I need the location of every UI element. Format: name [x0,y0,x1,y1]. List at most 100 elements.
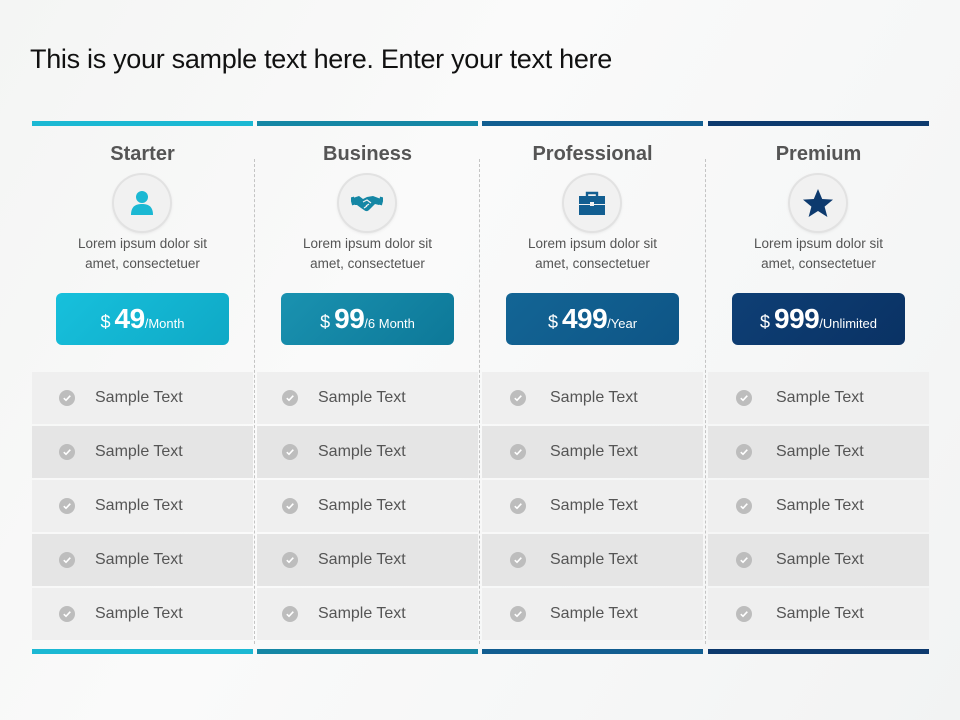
check-circle-icon [282,606,298,622]
feature-text: Sample Text [318,605,406,622]
plan-price-button[interactable]: $ 999 /Unlimited [732,293,905,345]
price-currency: $ [759,312,770,332]
briefcase-icon [576,187,608,219]
plan-bottom-bar [482,649,703,654]
price-period: /Year [607,316,638,331]
feature-text: Sample Text [95,551,183,568]
check-circle-icon [59,498,75,514]
price-amount: 49 [114,303,146,334]
plan-description-line: Lorem ipsum dolor sit [77,236,208,251]
check-circle-icon [59,444,75,460]
column-divider [479,159,480,644]
column-divider [254,159,255,644]
plan-name: Professional [532,143,653,165]
plan-description: Lorem ipsum dolor sit amet, consectetuer [257,234,478,274]
plan-name: Business [323,143,412,165]
check-circle-icon [59,606,75,622]
plan-description: Lorem ipsum dolor sit amet, consectetuer [482,234,703,274]
plan-bottom-bar [708,649,929,654]
plan-description-line: Lorem ipsum dolor sit [753,236,884,251]
feature-row: Sample Text [32,480,253,532]
feature-text: Sample Text [550,389,638,406]
plan-icon-badge [564,175,620,231]
check-circle-icon [510,498,526,514]
star-icon [802,187,834,219]
feature-row: Sample Text [257,588,478,640]
check-circle-icon [736,498,752,514]
plan-column-premium: Premium Lorem ipsum dolor sit amet, cons… [705,121,929,655]
feature-row: Sample Text [32,372,253,424]
feature-row: Sample Text [708,588,929,640]
price-amount: 99 [334,303,365,334]
plan-top-bar [257,121,478,126]
feature-text: Sample Text [776,551,864,568]
feature-text: Sample Text [776,443,864,460]
check-circle-icon [510,606,526,622]
check-circle-icon [510,390,526,406]
plan-top-bar [708,121,929,126]
check-circle-icon [59,552,75,568]
plan-icon-badge [114,175,170,231]
feature-row: Sample Text [32,534,253,586]
check-circle-icon [736,552,752,568]
feature-row: Sample Text [482,534,703,586]
column-divider [705,159,706,644]
feature-row: Sample Text [32,588,253,640]
check-circle-icon [736,444,752,460]
plan-icon-badge [339,175,395,231]
feature-row: Sample Text [482,480,703,532]
plan-top-bar [32,121,253,126]
plan-bottom-bar [257,649,478,654]
plan-description-line: amet, consectetuer [85,256,200,271]
plan-description-line: amet, consectetuer [535,256,650,271]
plan-column-starter: Starter Lorem ipsum dolor sit amet, cons… [32,121,253,655]
plan-price-button[interactable]: $ 49 /Month [56,293,229,345]
feature-row: Sample Text [257,426,478,478]
feature-list: Sample Text Sample Text Sample Text Samp… [32,372,253,642]
price-currency: $ [320,312,331,332]
check-circle-icon [510,552,526,568]
feature-text: Sample Text [550,605,638,622]
feature-list: Sample Text Sample Text Sample Text Samp… [708,372,929,642]
plan-column-business: Business Lorem ipsum dolor sit amet, con… [254,121,478,655]
plan-name: Starter [110,143,175,165]
plan-description-line: amet, consectetuer [761,256,876,271]
plan-column-professional: Professional Lorem ipsum dolor sit amet,… [479,121,703,655]
price-amount: 999 [774,303,820,334]
plan-description: Lorem ipsum dolor sit amet, consectetuer [32,234,253,274]
plan-description-line: Lorem ipsum dolor sit [527,236,658,251]
feature-text: Sample Text [95,605,183,622]
check-circle-icon [282,444,298,460]
plan-icon-badge [790,175,846,231]
price-period: /6 Month [364,316,415,331]
feature-row: Sample Text [708,426,929,478]
price-period: /Unlimited [819,316,878,331]
feature-row: Sample Text [482,588,703,640]
feature-text: Sample Text [318,497,406,514]
feature-text: Sample Text [550,497,638,514]
feature-list: Sample Text Sample Text Sample Text Samp… [257,372,478,642]
check-circle-icon [736,606,752,622]
check-circle-icon [510,444,526,460]
plan-bottom-bar [32,649,253,654]
feature-text: Sample Text [318,389,406,406]
feature-text: Sample Text [776,389,864,406]
price-amount: 499 [561,303,608,334]
plan-price-button[interactable]: $ 99 /6 Month [281,293,454,345]
feature-text: Sample Text [95,443,183,460]
plan-name: Premium [775,143,862,165]
feature-row: Sample Text [32,426,253,478]
feature-text: Sample Text [776,497,864,514]
feature-text: Sample Text [318,551,406,568]
plan-price-button[interactable]: $ 499 /Year [506,293,679,345]
feature-row: Sample Text [257,480,478,532]
feature-text: Sample Text [776,605,864,622]
check-circle-icon [282,552,298,568]
plan-description-line: Lorem ipsum dolor sit [302,236,433,251]
feature-row: Sample Text [257,534,478,586]
feature-row: Sample Text [708,534,929,586]
price-currency: $ [100,312,111,332]
check-circle-icon [59,390,75,406]
price-currency: $ [547,312,558,332]
plan-top-bar [482,121,703,126]
